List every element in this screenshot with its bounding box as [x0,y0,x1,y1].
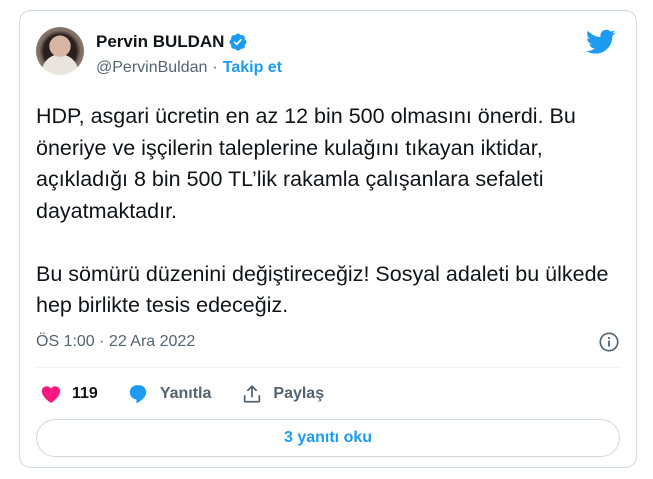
read-replies-button[interactable]: 3 yanıtı oku [36,419,620,457]
share-label: Paylaş [273,385,325,402]
author-avatar[interactable] [36,27,84,75]
author-handle-row: @PervinBuldan · Takip et [96,59,282,77]
tweet-card: Pervin BULDAN @PervinBuldan · Takip et H… [19,10,637,468]
author-name-row: Pervin BULDAN [96,32,248,52]
info-icon[interactable] [598,331,620,353]
heart-icon [41,386,61,403]
separator-dot: · [212,59,218,76]
tweet-timestamp[interactable]: ÖS 1:00 · 22 Ara 2022 [36,333,195,351]
verified-badge-icon [229,33,248,51]
share-button[interactable]: Paylaş [241,383,324,405]
like-count: 119 [72,385,98,402]
author-handle[interactable]: @PervinBuldan [96,59,207,77]
divider [36,367,620,368]
reply-label: Yanıtla [159,385,212,402]
twitter-bird-icon[interactable] [586,29,616,55]
reply-bubble-icon [129,385,147,404]
follow-button[interactable]: Takip et [223,59,282,77]
author-name[interactable]: Pervin BULDAN [96,32,224,52]
tweet-actions: 119 Yanıtla Paylaş [40,374,354,414]
reply-button[interactable]: Yanıtla [128,383,212,405]
like-button[interactable]: 119 [40,383,98,405]
tweet-meta-row: ÖS 1:00 · 22 Ara 2022 [36,331,620,353]
tweet-text: HDP, asgari ücretin en az 12 bin 500 olm… [36,104,609,317]
share-upload-icon [244,385,261,403]
